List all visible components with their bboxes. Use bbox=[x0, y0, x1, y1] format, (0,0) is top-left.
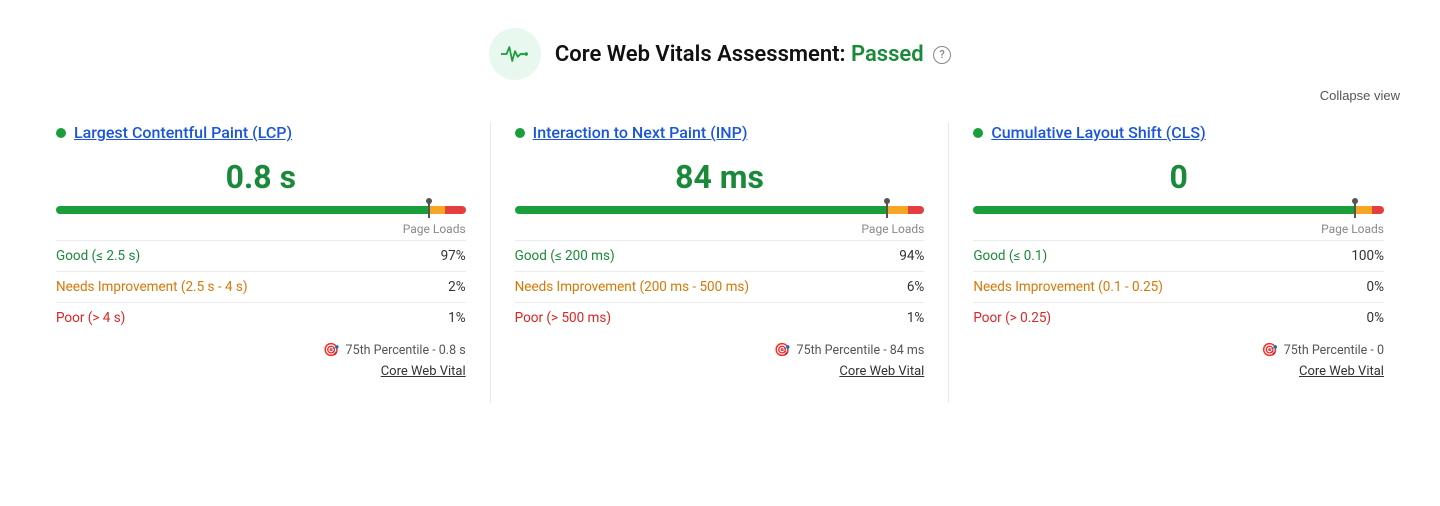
progress-bar-lcp bbox=[56, 206, 466, 216]
help-icon[interactable]: ? bbox=[933, 46, 951, 64]
track-green-cls bbox=[973, 206, 1355, 214]
percentile-cls: 🎯 75th Percentile - 0 bbox=[973, 333, 1384, 358]
metric-title-lcp: Largest Contentful Paint (LCP) bbox=[56, 123, 466, 142]
track-green-lcp bbox=[56, 206, 429, 214]
track-orange-lcp bbox=[429, 206, 445, 214]
progress-marker-inp bbox=[886, 202, 888, 218]
percentile-inp: 🎯 75th Percentile - 84 ms bbox=[515, 333, 925, 358]
metric-value-cls: 0 bbox=[973, 158, 1384, 196]
row-value-lcp-needs: 2% bbox=[418, 272, 465, 303]
metric-name-cls[interactable]: Cumulative Layout Shift (CLS) bbox=[991, 123, 1205, 142]
core-web-vital-anchor-lcp[interactable]: Core Web Vital bbox=[381, 364, 466, 379]
metric-rows-lcp: Good (≤ 2.5 s) 97% Needs Improvement (2.… bbox=[56, 240, 466, 333]
status-passed: Passed bbox=[851, 42, 924, 67]
page-loads-label-lcp: Page Loads bbox=[56, 222, 466, 236]
table-row: Poor (> 4 s) 1% bbox=[56, 303, 466, 334]
core-web-vital-anchor-inp[interactable]: Core Web Vital bbox=[839, 364, 924, 379]
track-orange-cls bbox=[1355, 206, 1371, 214]
progress-marker-lcp bbox=[428, 202, 430, 218]
page-loads-label-inp: Page Loads bbox=[515, 222, 925, 236]
table-row: Needs Improvement (200 ms - 500 ms) 6% bbox=[515, 272, 925, 303]
percentile-text-lcp: 75th Percentile - 0.8 s bbox=[346, 343, 466, 358]
core-web-vital-anchor-cls[interactable]: Core Web Vital bbox=[1299, 364, 1384, 379]
row-label-inp-needs: Needs Improvement (200 ms - 500 ms) bbox=[515, 279, 749, 295]
status-dot-inp bbox=[515, 128, 525, 138]
row-value-cls-good: 100% bbox=[1324, 241, 1384, 272]
table-row: Needs Improvement (0.1 - 0.25) 0% bbox=[973, 272, 1384, 303]
track-red-cls bbox=[1372, 206, 1384, 214]
row-value-inp-poor: 1% bbox=[885, 303, 925, 334]
pin-icon-lcp: 🎯 bbox=[323, 343, 339, 358]
row-label-cls-poor: Poor (> 0.25) bbox=[973, 310, 1051, 326]
percentile-text-inp: 75th Percentile - 84 ms bbox=[797, 343, 925, 358]
metric-panel-lcp: Largest Contentful Paint (LCP) 0.8 s Pag… bbox=[32, 123, 491, 403]
header: Core Web Vitals Assessment: Passed ? bbox=[0, 0, 1440, 88]
row-label-lcp-good: Good (≤ 2.5 s) bbox=[56, 248, 140, 264]
table-row: Good (≤ 0.1) 100% bbox=[973, 241, 1384, 272]
page-loads-label-cls: Page Loads bbox=[973, 222, 1384, 236]
metric-title-inp: Interaction to Next Paint (INP) bbox=[515, 123, 925, 142]
row-value-cls-poor: 0% bbox=[1324, 303, 1384, 334]
track-orange-inp bbox=[887, 206, 907, 214]
row-label-lcp-poor: Poor (> 4 s) bbox=[56, 310, 125, 326]
row-value-inp-good: 94% bbox=[885, 241, 925, 272]
metric-name-inp[interactable]: Interaction to Next Paint (INP) bbox=[533, 123, 748, 142]
metric-panel-inp: Interaction to Next Paint (INP) 84 ms Pa… bbox=[491, 123, 950, 403]
collapse-area: Collapse view bbox=[0, 88, 1440, 123]
metric-value-inp: 84 ms bbox=[515, 158, 925, 196]
row-value-lcp-good: 97% bbox=[418, 241, 465, 272]
status-dot-cls bbox=[973, 128, 983, 138]
metric-value-lcp: 0.8 s bbox=[56, 158, 466, 196]
metric-name-lcp[interactable]: Largest Contentful Paint (LCP) bbox=[74, 123, 292, 142]
row-label-cls-good: Good (≤ 0.1) bbox=[973, 248, 1047, 264]
percentile-lcp: 🎯 75th Percentile - 0.8 s bbox=[56, 333, 466, 358]
pin-icon-cls: 🎯 bbox=[1262, 343, 1278, 358]
table-row: Poor (> 0.25) 0% bbox=[973, 303, 1384, 334]
row-label-lcp-needs: Needs Improvement (2.5 s - 4 s) bbox=[56, 279, 248, 295]
pulse-icon-wrap bbox=[489, 28, 541, 80]
metric-panel-cls: Cumulative Layout Shift (CLS) 0 Page Loa… bbox=[949, 123, 1408, 403]
core-web-vital-link-cls: Core Web Vital bbox=[973, 358, 1384, 379]
table-row: Good (≤ 2.5 s) 97% bbox=[56, 241, 466, 272]
progress-bar-cls bbox=[973, 206, 1384, 216]
track-red-inp bbox=[908, 206, 924, 214]
table-row: Poor (> 500 ms) 1% bbox=[515, 303, 925, 334]
percentile-text-cls: 75th Percentile - 0 bbox=[1284, 343, 1384, 358]
row-value-cls-needs: 0% bbox=[1324, 272, 1384, 303]
core-web-vital-link-inp: Core Web Vital bbox=[515, 358, 925, 379]
pulse-icon bbox=[501, 44, 529, 64]
row-label-cls-needs: Needs Improvement (0.1 - 0.25) bbox=[973, 279, 1163, 295]
status-dot-lcp bbox=[56, 128, 66, 138]
progress-bar-inp bbox=[515, 206, 925, 216]
row-label-inp-poor: Poor (> 500 ms) bbox=[515, 310, 611, 326]
metric-rows-inp: Good (≤ 200 ms) 94% Needs Improvement (2… bbox=[515, 240, 925, 333]
metrics-grid: Largest Contentful Paint (LCP) 0.8 s Pag… bbox=[0, 123, 1440, 403]
row-value-lcp-poor: 1% bbox=[418, 303, 465, 334]
core-web-vital-link-lcp: Core Web Vital bbox=[56, 358, 466, 379]
progress-marker-cls bbox=[1354, 202, 1356, 218]
collapse-button[interactable]: Collapse view bbox=[1320, 88, 1400, 103]
metric-rows-cls: Good (≤ 0.1) 100% Needs Improvement (0.1… bbox=[973, 240, 1384, 333]
row-label-inp-good: Good (≤ 200 ms) bbox=[515, 248, 615, 264]
page-title: Core Web Vitals Assessment: Passed ? bbox=[555, 42, 951, 67]
title-text: Core Web Vitals Assessment: bbox=[555, 42, 846, 67]
table-row: Needs Improvement (2.5 s - 4 s) 2% bbox=[56, 272, 466, 303]
track-green-inp bbox=[515, 206, 888, 214]
table-row: Good (≤ 200 ms) 94% bbox=[515, 241, 925, 272]
track-red-lcp bbox=[445, 206, 465, 214]
row-value-inp-needs: 6% bbox=[885, 272, 925, 303]
metric-title-cls: Cumulative Layout Shift (CLS) bbox=[973, 123, 1384, 142]
pin-icon-inp: 🎯 bbox=[774, 343, 790, 358]
